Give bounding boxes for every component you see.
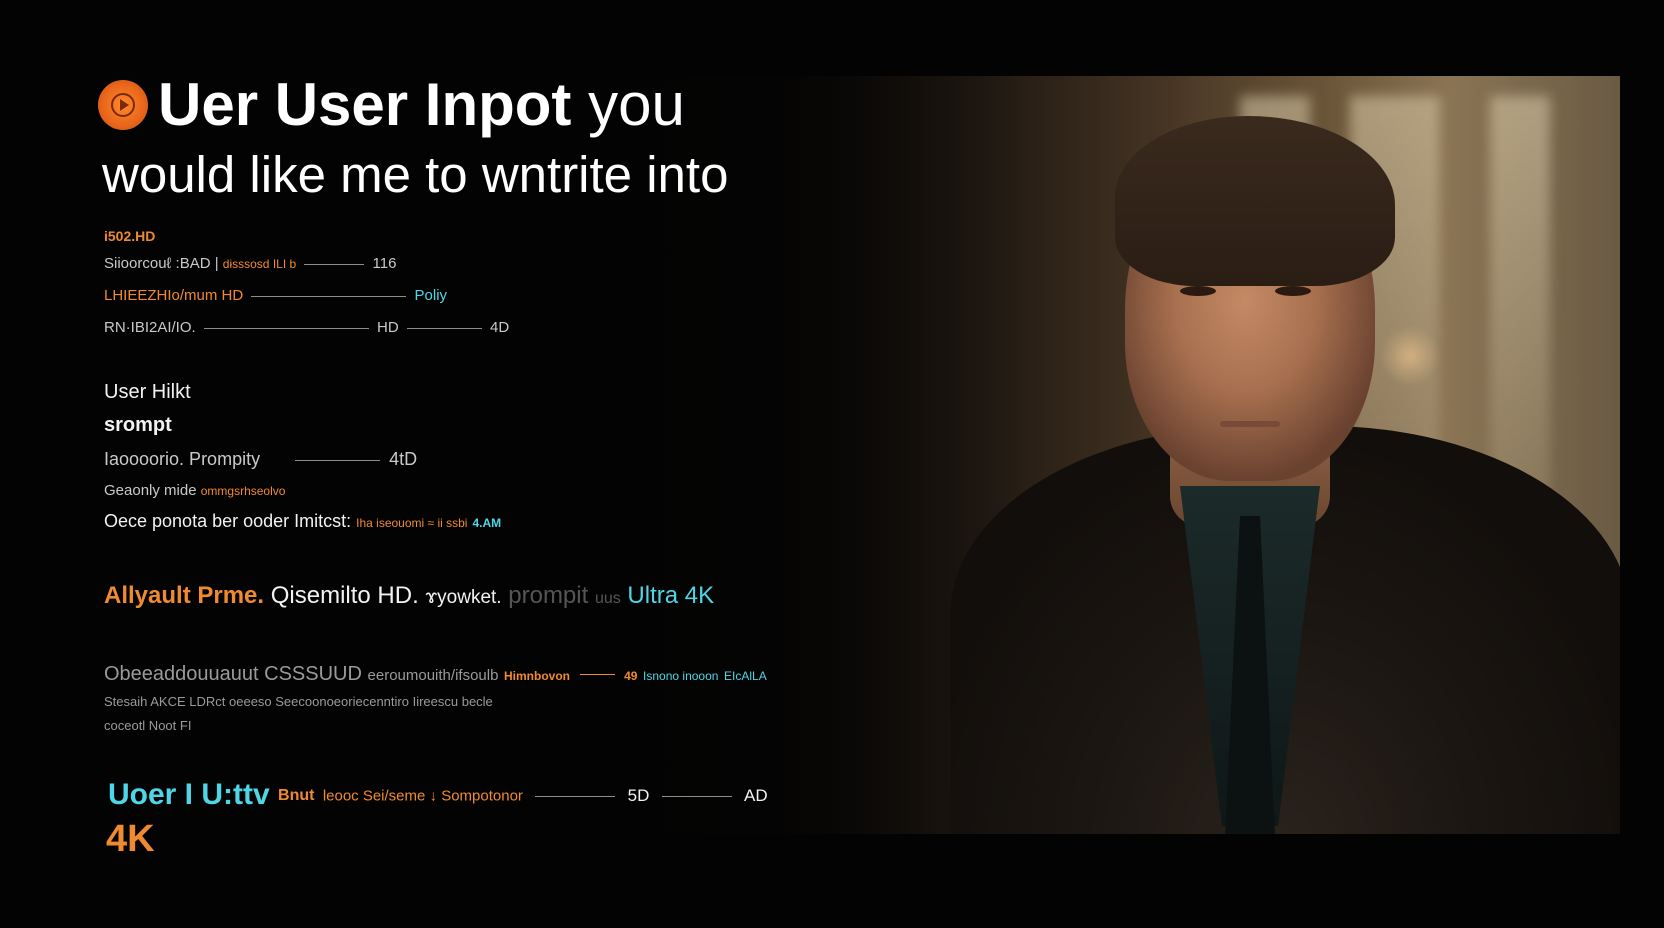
hair bbox=[1115, 116, 1395, 286]
spec-detail-row: Stesaih AKCE LDRct oeeeso Seecoonoeoriec… bbox=[104, 694, 493, 709]
spec-row: Siioorcouℓ :BAD | dɨsssosd ILI b 116 bbox=[104, 255, 397, 272]
spec-row: RN·IBI2AI/IO. HD 4D bbox=[104, 319, 510, 336]
prompt-row: Geaonly mide ommgsrhseolvo bbox=[104, 482, 286, 499]
man-in-coat bbox=[950, 96, 1620, 834]
prompt-row: Iaoooorio. Prompity 4tD bbox=[104, 449, 418, 469]
footer-line: Uoer I U:ttv Bnut leooc Sei/seme ↓ Sompo… bbox=[108, 778, 768, 811]
resolution-badge: 4K bbox=[106, 818, 155, 860]
spec-row: LHIEEZHIo/mum HD Poliy bbox=[104, 287, 448, 304]
eye bbox=[1180, 286, 1216, 296]
play-logo-icon bbox=[98, 80, 148, 130]
page-subtitle: would like me to wntrite into bbox=[102, 146, 729, 203]
mouth bbox=[1220, 421, 1280, 427]
prompt-row: Oece ponota ber ooder Imitcst: Iha iseou… bbox=[104, 511, 502, 531]
prompt-sublabel: srompt bbox=[104, 414, 172, 436]
spec-detail-row: Obeeaddouuauut CSSSUUD eeroumouith/ifsou… bbox=[104, 663, 767, 685]
spec-header: i502.HD bbox=[104, 228, 156, 244]
page-title: Uer User Inpot you bbox=[158, 71, 685, 138]
prompt-label: User Hilkt bbox=[104, 381, 191, 403]
eye bbox=[1275, 286, 1311, 296]
spec-detail-row: coceotl Noot FI bbox=[104, 718, 192, 733]
feature-line: Allyault Prme. Qisemilto HD. ɤyowket. pr… bbox=[104, 582, 715, 609]
